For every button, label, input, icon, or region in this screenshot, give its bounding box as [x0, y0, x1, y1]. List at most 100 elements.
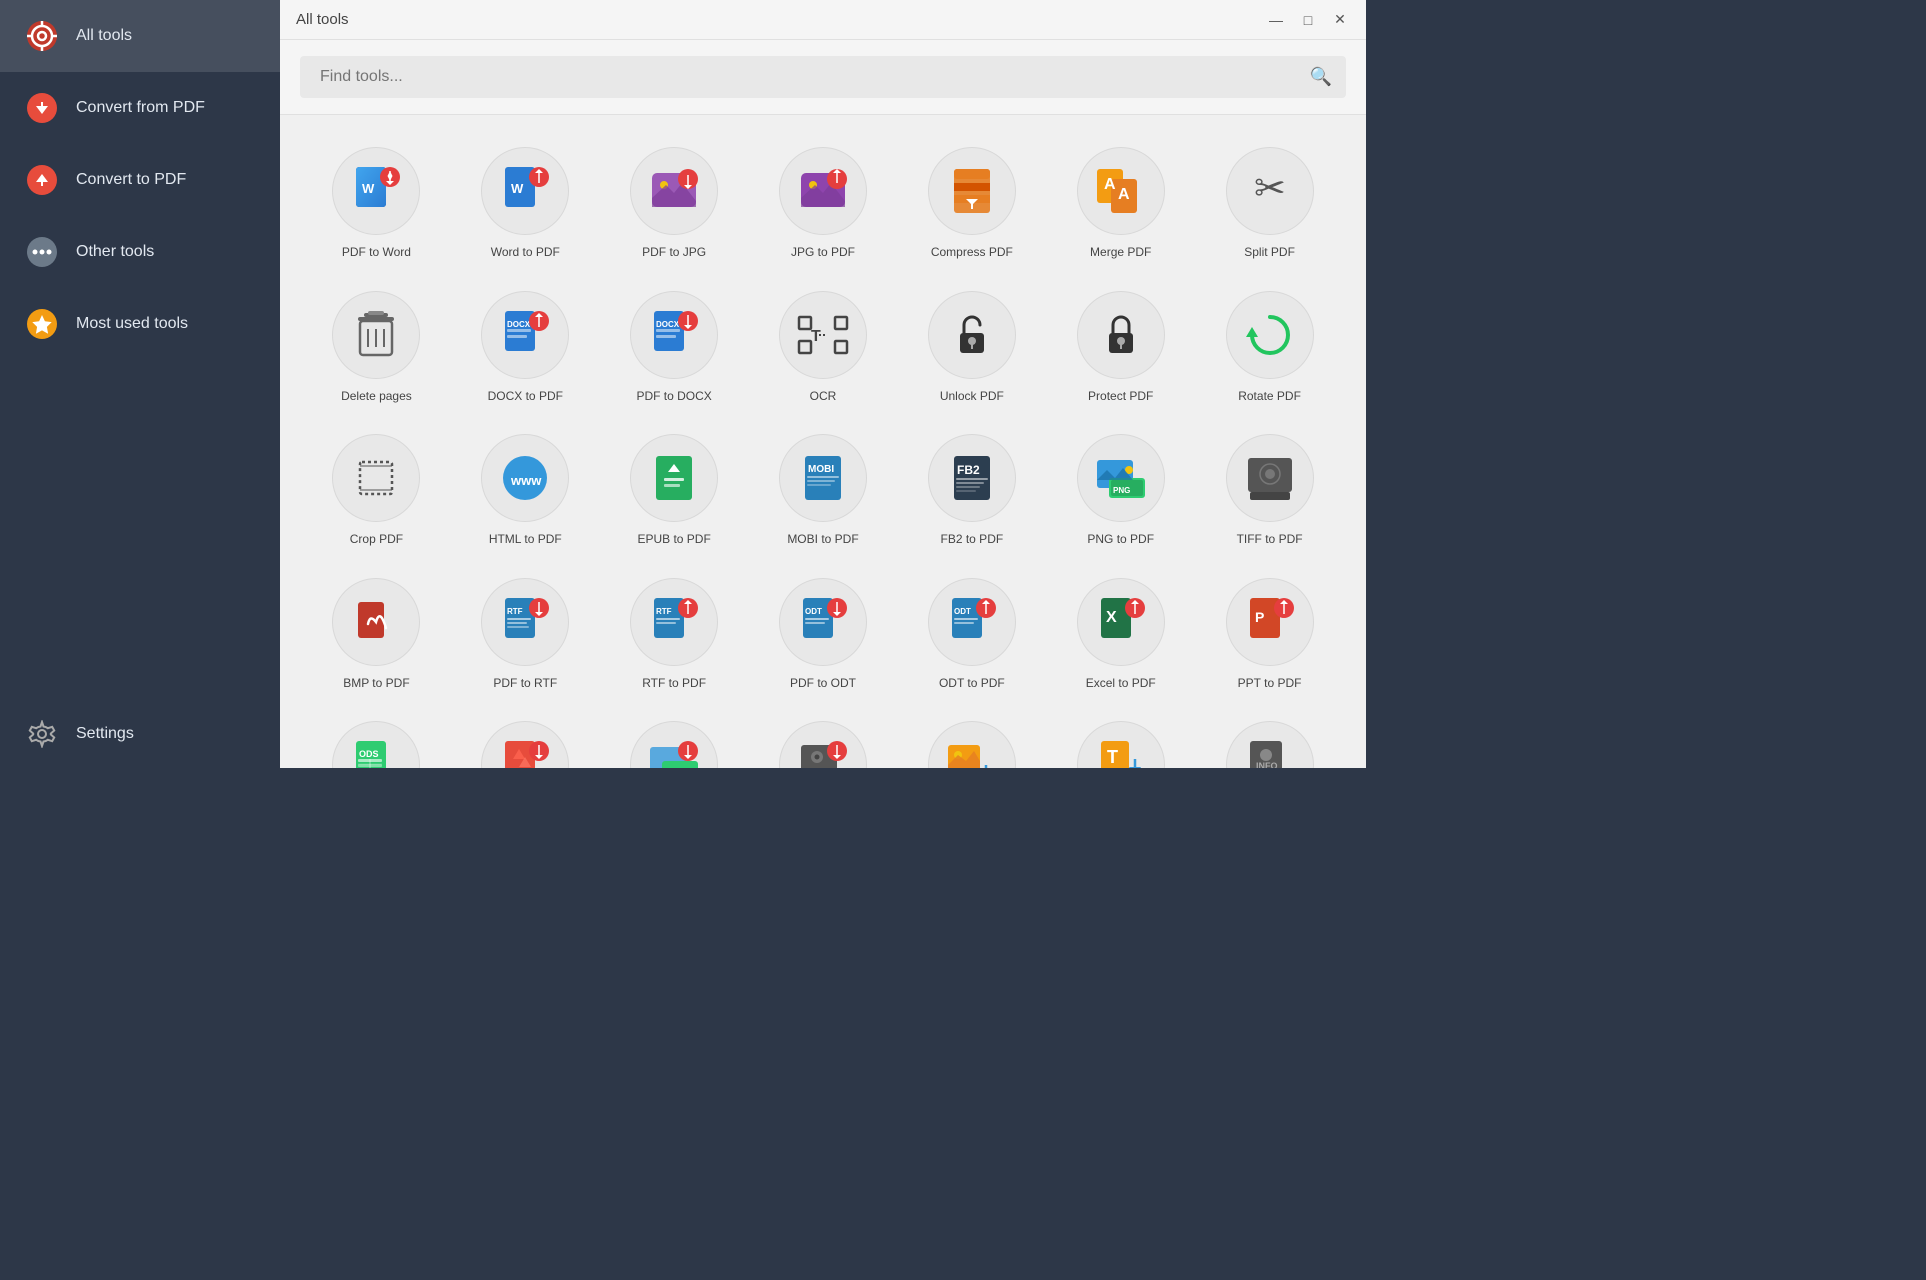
tool-docx-to-pdf[interactable]: DOCX DOCX to PDF — [453, 279, 598, 415]
tool-rtf-to-pdf[interactable]: RTF RTF to PDF — [602, 566, 747, 702]
maximize-button[interactable]: □ — [1298, 10, 1318, 30]
tool-mobi-to-pdf[interactable]: MOBI MOBI to PDF — [751, 422, 896, 558]
svg-text:A: A — [1118, 186, 1130, 203]
tool-merge-pdf[interactable]: A A Merge PDF — [1048, 135, 1193, 271]
tool-label: PDF to ODT — [790, 676, 856, 692]
tool-label: Protect PDF — [1088, 389, 1153, 405]
tool-pdf-to-png[interactable]: PDF to PNG — [602, 709, 747, 768]
minimize-button[interactable]: — — [1266, 10, 1286, 30]
sidebar: All tools Convert from PDF Convert to PD… — [0, 0, 280, 768]
sidebar-item-label: Convert to PDF — [76, 171, 186, 189]
tool-unlock-pdf[interactable]: Unlock PDF — [899, 279, 1044, 415]
tool-ppt-to-pdf[interactable]: P PPT to PDF — [1197, 566, 1342, 702]
tool-odt-to-pdf[interactable]: ODT ODT to PDF — [899, 566, 1044, 702]
tool-pdf-to-docx[interactable]: DOCX PDF to DOCX — [602, 279, 747, 415]
tool-icon-circle — [630, 147, 718, 235]
tool-icon-circle — [630, 721, 718, 768]
tool-label: Split PDF — [1244, 245, 1295, 261]
tool-icon-circle: ✂ — [1226, 147, 1314, 235]
tool-rotate-pdf[interactable]: Rotate PDF — [1197, 279, 1342, 415]
tool-icon-circle: A A — [1077, 147, 1165, 235]
tool-label: PPT to PDF — [1238, 676, 1302, 692]
svg-text:INFO: INFO — [1256, 761, 1278, 768]
tool-icon-circle: W — [332, 147, 420, 235]
tool-label: EPUB to PDF — [637, 532, 710, 548]
tool-label: Word to PDF — [491, 245, 560, 261]
svg-text:ODS: ODS — [359, 749, 379, 759]
tool-icon-circle: RTF — [481, 578, 569, 666]
tool-label: PNG to PDF — [1087, 532, 1154, 548]
tool-label: TIFF to PDF — [1237, 532, 1303, 548]
svg-text:W: W — [362, 181, 375, 196]
tool-label: FB2 to PDF — [941, 532, 1004, 548]
tool-label: Unlock PDF — [940, 389, 1004, 405]
tool-excel-to-pdf[interactable]: X Excel to PDF — [1048, 566, 1193, 702]
tool-tiff-to-pdf[interactable]: TIFF to PDF — [1197, 422, 1342, 558]
tool-icon-circle: P — [1226, 578, 1314, 666]
tool-pdf-to-jpg[interactable]: PDF to JPG — [602, 135, 747, 271]
tool-bmp-to-pdf[interactable]: BMP to PDF — [304, 566, 449, 702]
svg-text:DOCX: DOCX — [656, 320, 680, 329]
convert-from-pdf-icon — [24, 90, 60, 126]
tool-label: PDF to Word — [342, 245, 411, 261]
svg-text:www: www — [510, 473, 542, 488]
tool-epub-to-pdf[interactable]: EPUB to PDF — [602, 422, 747, 558]
tool-icon-circle: X — [1077, 578, 1165, 666]
tool-protect-pdf[interactable]: Protect PDF — [1048, 279, 1193, 415]
close-button[interactable]: ✕ — [1330, 10, 1350, 30]
svg-text:ODT: ODT — [954, 607, 971, 616]
tool-icon-circle: DOCX — [630, 291, 718, 379]
tool-pdf-to-word[interactable]: W PDF to Word — [304, 135, 449, 271]
tool-pdf-to-odt[interactable]: ODT PDF to ODT — [751, 566, 896, 702]
tool-pdf-to-tiff[interactable]: PDF to TIFF — [751, 709, 896, 768]
tool-delete-pages[interactable]: Delete pages — [304, 279, 449, 415]
search-input[interactable] — [300, 56, 1346, 98]
tool-compress-pdf[interactable]: Compress PDF — [899, 135, 1044, 271]
svg-text:RTF: RTF — [507, 607, 523, 616]
titlebar: All tools — □ ✕ — [280, 0, 1366, 40]
svg-text:FB2: FB2 — [957, 463, 980, 477]
sidebar-item-settings[interactable]: Settings — [0, 700, 280, 768]
tool-split-pdf[interactable]: ✂ Split PDF — [1197, 135, 1342, 271]
tool-label: Crop PDF — [350, 532, 403, 548]
svg-text:MOBI: MOBI — [808, 464, 834, 475]
tool-crop-pdf[interactable]: Crop PDF — [304, 422, 449, 558]
search-icon: 🔍 — [1310, 67, 1332, 88]
tool-icon-circle: ODT — [779, 578, 867, 666]
sidebar-item-other-tools[interactable]: Other tools — [0, 216, 280, 288]
sidebar-item-most-used[interactable]: Most used tools — [0, 288, 280, 360]
tool-icon-circle: T — [779, 291, 867, 379]
tool-html-to-pdf[interactable]: www HTML to PDF — [453, 422, 598, 558]
tool-ods-to-pdf[interactable]: ODS ODS to PDF — [304, 709, 449, 768]
tool-icon-circle — [332, 578, 420, 666]
tool-jpg-to-pdf[interactable]: JPG to PDF — [751, 135, 896, 271]
tool-ocr[interactable]: T OCR — [751, 279, 896, 415]
tool-label: JPG to PDF — [791, 245, 855, 261]
tools-grid: W PDF to Word W Word to PD — [280, 115, 1366, 768]
tool-label: DOCX to PDF — [488, 389, 563, 405]
svg-text:P: P — [1255, 609, 1264, 625]
tool-icon-circle — [1077, 291, 1165, 379]
tool-png-to-pdf[interactable]: PNG PNG to PDF — [1048, 422, 1193, 558]
tool-pdf-to-bmp[interactable]: PDF to BMP — [453, 709, 598, 768]
tool-icon-circle: ODS — [332, 721, 420, 768]
tool-word-to-pdf[interactable]: W Word to PDF — [453, 135, 598, 271]
tool-extract-text[interactable]: T Extract text — [1048, 709, 1193, 768]
sidebar-item-convert-to-pdf[interactable]: Convert to PDF — [0, 144, 280, 216]
sidebar-item-label: All tools — [76, 27, 132, 45]
tool-icon-circle: DOCX — [481, 291, 569, 379]
tool-icon-circle — [779, 147, 867, 235]
sidebar-item-convert-from-pdf[interactable]: Convert from PDF — [0, 72, 280, 144]
tool-icon-circle: W — [481, 147, 569, 235]
svg-text:T: T — [811, 328, 821, 345]
tool-fb2-to-pdf[interactable]: FB2 FB2 to PDF — [899, 422, 1044, 558]
sidebar-item-all-tools[interactable]: All tools — [0, 0, 280, 72]
tool-extract-images[interactable]: Extract images — [899, 709, 1044, 768]
tool-label: Delete pages — [341, 389, 412, 405]
main-content: All tools — □ ✕ 🔍 W — [280, 0, 1366, 768]
tool-icon-circle: RTF — [630, 578, 718, 666]
convert-to-pdf-icon — [24, 162, 60, 198]
tool-icon-circle — [630, 434, 718, 522]
tool-pdf-to-rtf[interactable]: RTF PDF to RTF — [453, 566, 598, 702]
tool-edit-metadata[interactable]: INFO i Edit metadata — [1197, 709, 1342, 768]
